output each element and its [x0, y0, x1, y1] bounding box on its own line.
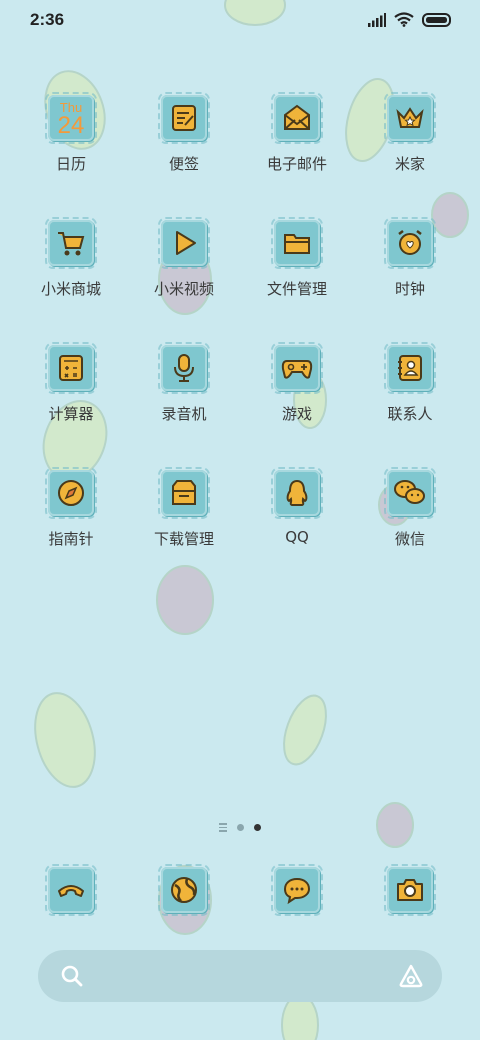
- app-games[interactable]: 游戏: [242, 342, 352, 424]
- app-label: 小米商城: [40, 280, 101, 298]
- app-qq[interactable]: QQ: [242, 467, 352, 546]
- cart-icon: [45, 217, 97, 269]
- home-list-icon: [219, 823, 227, 832]
- app-label: 文件管理: [266, 280, 327, 298]
- folder-icon: [271, 217, 323, 269]
- app-label: 指南针: [48, 530, 94, 548]
- app-label: 联系人: [387, 405, 433, 423]
- play-icon: [158, 217, 210, 269]
- app-file-manager[interactable]: 文件管理: [242, 217, 352, 299]
- app-label: 日历: [55, 155, 86, 173]
- assistant-icon[interactable]: [398, 963, 424, 989]
- page-dot-active: [254, 823, 261, 831]
- app-mi-video[interactable]: 小米视频: [129, 217, 239, 299]
- app-notes[interactable]: 便签: [129, 92, 239, 174]
- wechat-icon: [384, 467, 436, 519]
- app-downloads[interactable]: 下载管理: [129, 467, 239, 549]
- app-label: QQ: [285, 528, 309, 546]
- phone-icon: [45, 864, 97, 916]
- calculator-icon: [45, 342, 97, 394]
- app-label: 便签: [168, 155, 199, 173]
- app-mi-store[interactable]: 小米商城: [16, 217, 126, 299]
- compass-icon: [45, 467, 97, 519]
- app-mijia[interactable]: 米家: [355, 92, 465, 174]
- app-label: 计算器: [48, 405, 94, 423]
- app-calendar[interactable]: Thu 24 日历: [16, 92, 126, 174]
- app-contacts[interactable]: 联系人: [355, 342, 465, 424]
- app-label: 电子邮件: [266, 155, 327, 173]
- battery-icon: [422, 12, 451, 27]
- app-label: 时钟: [394, 280, 425, 298]
- search-icon[interactable]: [60, 964, 84, 988]
- page-dot: [237, 823, 244, 831]
- microphone-icon: [158, 342, 210, 394]
- app-label: 小米视频: [153, 280, 214, 298]
- app-wechat[interactable]: 微信: [355, 467, 465, 549]
- dock-camera[interactable]: [355, 864, 465, 916]
- camera-icon: [384, 864, 436, 916]
- dock-browser[interactable]: [129, 864, 239, 916]
- status-time: 2:36: [30, 10, 65, 29]
- app-clock[interactable]: 时钟: [355, 217, 465, 299]
- notes-icon: [158, 92, 210, 144]
- contacts-icon: [384, 342, 436, 394]
- gamepad-icon: [271, 342, 323, 394]
- page-indicator[interactable]: [0, 823, 480, 832]
- app-label: 米家: [394, 155, 425, 173]
- dock-messages[interactable]: [242, 864, 352, 916]
- app-recorder[interactable]: 录音机: [129, 342, 239, 424]
- app-calculator[interactable]: 计算器: [16, 342, 126, 424]
- alarm-clock-icon: [384, 217, 436, 269]
- app-label: 录音机: [161, 405, 207, 423]
- qq-penguin-icon: [271, 467, 323, 519]
- status-bar: 2:36: [0, 0, 480, 40]
- calendar-weekday: Thu: [59, 99, 83, 115]
- messages-icon: [271, 864, 323, 916]
- browser-globe-icon: [158, 864, 210, 916]
- dock-phone[interactable]: [16, 864, 126, 916]
- calendar-icon: Thu 24: [45, 92, 97, 144]
- search-bar[interactable]: [38, 950, 442, 1002]
- mail-icon: [271, 92, 323, 144]
- app-compass[interactable]: 指南针: [16, 467, 126, 549]
- calendar-date: 24: [57, 111, 85, 139]
- app-label: 微信: [394, 530, 425, 548]
- app-mail[interactable]: 电子邮件: [242, 92, 352, 174]
- wifi-icon: [394, 12, 414, 27]
- app-label: 下载管理: [153, 530, 214, 548]
- signal-icon: [368, 12, 386, 27]
- crown-home-icon: [384, 92, 436, 144]
- download-box-icon: [158, 467, 210, 519]
- app-label: 游戏: [281, 405, 312, 423]
